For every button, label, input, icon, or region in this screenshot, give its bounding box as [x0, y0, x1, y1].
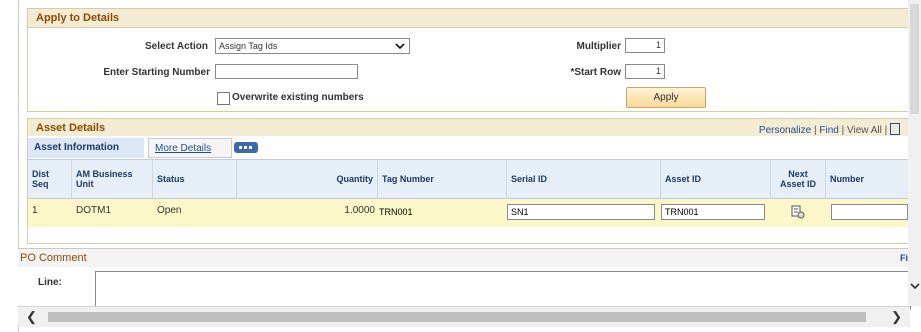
grid-navigation: Personalize | Find | View All |	[759, 123, 900, 136]
table-row: 1 DOTM1 Open 1.0000	[28, 199, 908, 227]
scroll-right-icon[interactable]: ❯	[891, 309, 902, 325]
number-input[interactable]	[831, 204, 908, 220]
scroll-left-icon[interactable]: ❮	[26, 309, 37, 325]
apply-to-details-section: Apply to Details Select Action Assign Ta…	[27, 8, 909, 112]
start-row-label: *Start Row	[570, 67, 621, 78]
multiplier-label: Multiplier	[576, 41, 621, 52]
col-next-asset-id[interactable]: Next Asset ID	[771, 160, 826, 198]
nav-separator: |	[813, 125, 817, 136]
next-asset-icon[interactable]	[791, 205, 805, 219]
col-status[interactable]: Status	[153, 160, 237, 198]
tab-asset-information[interactable]: Asset Information	[28, 138, 144, 158]
po-comment-find-link[interactable]: Fi	[900, 253, 908, 263]
tab-more-details[interactable]: More Details	[148, 138, 232, 158]
asset-id-input[interactable]	[661, 204, 765, 220]
serial-id-input[interactable]	[507, 204, 655, 220]
horizontal-scroll-thumb[interactable]	[48, 312, 866, 322]
po-comment-header: PO Comment Fi	[18, 249, 910, 267]
multiplier-input[interactable]	[625, 38, 665, 53]
horizontal-scrollbar[interactable]: ❮ ❯	[18, 306, 910, 327]
nav-separator: |	[884, 125, 888, 136]
vertical-scrollbar[interactable]	[908, 0, 921, 306]
find-link[interactable]: Find	[819, 125, 838, 136]
select-action-label: Select Action	[145, 41, 208, 52]
enter-starting-number-input[interactable]	[215, 64, 358, 79]
chevron-down-icon	[395, 43, 405, 50]
col-number[interactable]: Number	[826, 160, 908, 198]
col-dist-seq[interactable]: Dist Seq	[28, 160, 72, 198]
col-serial-id[interactable]: Serial ID	[507, 160, 661, 198]
line-label: Line:	[38, 277, 62, 288]
view-all-link[interactable]: View All	[847, 125, 882, 136]
nav-separator: |	[841, 125, 845, 136]
cell-dist-seq: 1	[32, 205, 38, 216]
overwrite-label: Overwrite existing numbers	[232, 92, 364, 103]
tag-number-input[interactable]	[378, 204, 500, 220]
vertical-scroll-thumb[interactable]	[910, 4, 919, 114]
col-tag-number[interactable]: Tag Number	[378, 160, 507, 198]
line-comment-textarea[interactable]	[95, 271, 911, 309]
select-action-dropdown[interactable]: Assign Tag Ids	[215, 38, 410, 54]
scroll-down-icon[interactable]	[910, 282, 920, 290]
apply-button[interactable]: Apply	[626, 87, 706, 108]
grid-header-row: Dist Seq AM Business Unit Status Quantit…	[28, 159, 908, 199]
asset-details-title: Asset Details	[36, 122, 106, 134]
asset-details-header: Asset Details Personalize | Find | View …	[28, 119, 908, 136]
start-row-input[interactable]	[625, 64, 665, 79]
apply-to-details-header: Apply to Details	[28, 9, 908, 28]
apply-to-details-title: Apply to Details	[36, 12, 120, 24]
select-action-value: Assign Tag Ids	[219, 41, 278, 51]
overwrite-checkbox[interactable]	[217, 92, 230, 105]
po-comment-title: PO Comment	[20, 252, 87, 264]
col-business-unit[interactable]: AM Business Unit	[72, 160, 153, 198]
enter-starting-number-label: Enter Starting Number	[103, 67, 210, 78]
cell-status: Open	[157, 205, 182, 216]
personalize-link[interactable]: Personalize	[759, 125, 811, 136]
col-quantity[interactable]: Quantity	[237, 160, 378, 198]
col-asset-id[interactable]: Asset ID	[661, 160, 771, 198]
cell-quantity: 1.0000	[344, 205, 375, 216]
asset-details-section: Asset Details Personalize | Find | View …	[27, 118, 909, 244]
cell-business-unit: DOTM1	[76, 205, 111, 216]
asset-tabs: Asset Information More Details	[28, 138, 908, 158]
download-icon[interactable]	[890, 123, 900, 135]
grid-view-icon[interactable]	[234, 142, 258, 153]
